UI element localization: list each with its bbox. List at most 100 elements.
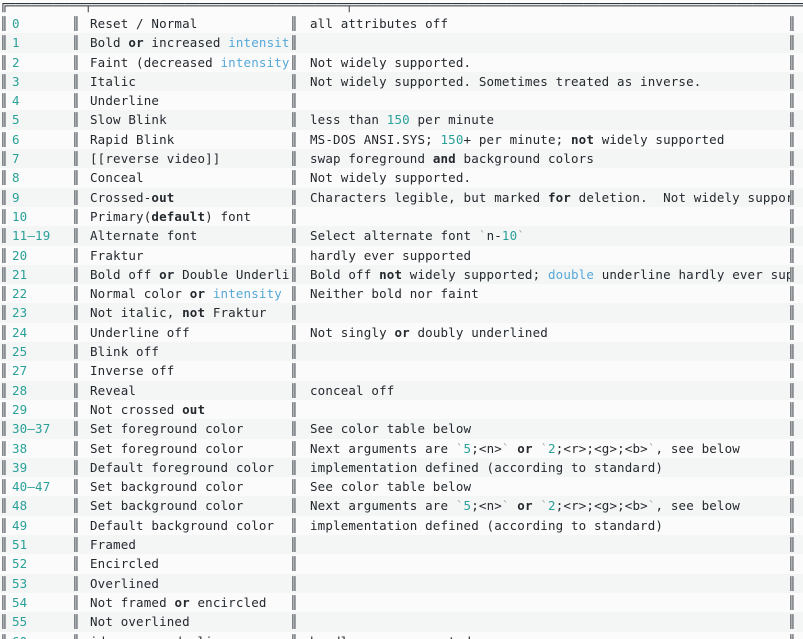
table-row[interactable]: ║ 24 ║ Underline off ║ Not singly or doubly u… <box>0 322 803 343</box>
table-cell-code: 29 <box>12 400 92 419</box>
column-separator-3: ║ <box>788 93 796 109</box>
column-separator-2: ║ <box>290 575 298 591</box>
token-txt: Underline off <box>90 324 190 340</box>
column-separator-3: ║ <box>788 440 796 456</box>
token-txt: conceal off <box>310 382 395 398</box>
table-row[interactable]: ║21║Bold off or Double Underline║Bold of… <box>0 264 803 285</box>
table-cell-note <box>310 400 790 419</box>
column-separator-1: ║ <box>72 575 80 591</box>
table-cell-code: 54 <box>12 593 92 612</box>
table-row[interactable]: ║ 0 ║ Reset / Normal ║ all attributes off ║ <box>0 14 803 34</box>
column-separator-1: ║ <box>72 382 80 398</box>
table-row[interactable]: ║ 3 ║ Italic ║ Not widely supported. Sometime… <box>0 71 803 92</box>
table-row[interactable]: ║ 7 ║ [[reverse video]] ║ swap foreground and… <box>0 149 803 169</box>
table-row[interactable]: ║ 39 ║ Default foreground color ║ implementat… <box>0 457 803 478</box>
token-txt: Bold <box>90 35 129 51</box>
table-row[interactable]: ║ 53 ║ Overlined ║ ║ <box>0 573 803 593</box>
table-cell-effect: Faint (decreased intensity) <box>90 53 290 72</box>
table-cell-note: implementation defined (according to sta… <box>310 516 790 535</box>
table-row[interactable]: ║ 60 ║ ideogram underline ║ hardly ever suppo… <box>0 631 803 639</box>
column-separator-0: ║ <box>0 575 8 591</box>
table-row[interactable]: ║ 20 ║ Fraktur ║ hardly ever supported ║ <box>0 245 803 265</box>
column-separator-2: ║ <box>290 344 298 360</box>
table-row[interactable]: ║ 4 ║ Underline ║ ║ <box>0 91 803 111</box>
table-row[interactable]: ║ 6 ║ Rapid Blink ║ MS-DOS ANSI.SYS; 150+ per… <box>0 129 803 150</box>
token-kw: not <box>379 266 403 282</box>
column-separator-1: ║ <box>72 517 80 533</box>
token-tick: ` <box>455 440 464 456</box>
token-num: 0 <box>12 16 20 31</box>
table-row[interactable]: ║ 40–47 ║ Set background color ║ See color ta… <box>0 477 803 497</box>
column-separator-0: ║ <box>0 324 8 340</box>
table-row[interactable]: ║ 25 ║ Blink off ║ ║ <box>0 342 803 362</box>
token-txt: all attributes off <box>310 16 449 31</box>
column-separator-0: ║ <box>0 498 8 514</box>
token-txt: , see below <box>655 440 740 456</box>
table-row[interactable]: ║ 55 ║ Not overlined ║ ║ <box>0 612 803 632</box>
token-txt: implementation defined (according to sta… <box>310 459 664 475</box>
table-row[interactable]: ║ 29 ║ Not crossed out ║ ║ <box>0 399 803 420</box>
token-txt: Not widely supported. Sometimes treated … <box>310 73 702 89</box>
column-separator-1: ║ <box>72 594 80 610</box>
table-cell-effect: Bold off or Double Underline <box>90 265 290 284</box>
table-cell-note: Not widely supported. <box>310 53 790 72</box>
column-separator-1: ║ <box>72 459 80 475</box>
token-num: 5 <box>12 112 20 128</box>
table-cell-code: 38 <box>12 439 92 458</box>
column-separator-0: ║ <box>0 537 8 553</box>
table-row[interactable]: ║1║Bold or increased intensity║║ <box>0 33 803 53</box>
table-row[interactable]: ║ 8 ║ Conceal ║ Not widely supported. ║ <box>0 168 803 188</box>
table-row[interactable]: ║ 23 ║ Not italic, not Fraktur ║ ║ <box>0 303 803 323</box>
table-cell-code: 24 <box>12 323 92 342</box>
table-row[interactable]: ║ 28 ║ Reveal ║ conceal off ║ <box>0 380 803 400</box>
column-separator-2: ║ <box>290 131 298 147</box>
token-txt: widely supported; <box>402 266 548 282</box>
token-tick: ` <box>501 440 510 456</box>
column-separator-3: ║ <box>788 594 796 610</box>
token-txt: Bold off <box>310 266 380 282</box>
column-separator-3: ║ <box>788 35 796 51</box>
column-separator-0: ║ <box>0 131 8 147</box>
column-separator-2: ║ <box>290 517 298 533</box>
table-row[interactable]: ║ 10 ║ Primary(default) font ║ ║ <box>0 206 803 227</box>
token-num: 20 <box>12 247 28 263</box>
column-separator-3: ║ <box>788 537 796 553</box>
table-row[interactable]: ║ 48 ║ Set background color ║ Next arguments … <box>0 496 803 516</box>
table-row[interactable]: ║ 54 ║ Not framed or encircled ║ ║ <box>0 592 803 613</box>
token-txt: Encircled <box>90 556 160 572</box>
column-separator-2: ║ <box>290 112 298 128</box>
table-row[interactable]: ║ 51 ║ Framed ║ ║ <box>0 535 803 555</box>
token-txt: encircled <box>189 594 267 610</box>
table-cell-effect: ideogram underline <box>90 632 290 639</box>
column-separator-3: ║ <box>788 151 796 167</box>
table-cell-effect: Fraktur <box>90 246 290 265</box>
table-row[interactable]: ║ 49 ║ Default background color ║ implementat… <box>0 515 803 536</box>
table-cell-effect: Default background color <box>90 516 290 535</box>
table-row[interactable]: ║ 9 ║ Crossed-out ║ Characters legible, but m… <box>0 187 803 207</box>
table-cell-code: 11–19 <box>12 226 92 245</box>
table-row[interactable]: ║ 52 ║ Encircled ║ ║ <box>0 554 803 574</box>
table-row[interactable]: ║ 5 ║ Slow Blink ║ less than 150 per minute ║ <box>0 110 803 130</box>
table-row[interactable]: ║2║Faint (decreased intensity)║Not widel… <box>0 52 803 72</box>
column-separator-1: ║ <box>72 556 80 572</box>
table-row[interactable]: ║ 30–37 ║ Set foreground color ║ See color ta… <box>0 419 803 439</box>
code-table-view[interactable]: ╔══════════╤════════════════════════════… <box>0 0 803 639</box>
token-kw: not <box>182 305 206 321</box>
token-txt: Not singly <box>310 324 395 340</box>
table-cell-effect: [[reverse video]] <box>90 149 290 168</box>
table-cell-code: 51 <box>12 535 92 554</box>
column-separator-3: ║ <box>788 459 796 475</box>
token-txt: + per minute; <box>463 131 571 147</box>
column-separator-2: ║ <box>290 537 298 553</box>
table-cell-note <box>310 574 790 593</box>
table-row[interactable]: ║ 27 ║ Inverse off ║ ║ <box>0 361 803 381</box>
table-row[interactable]: ║ 11–19 ║ Alternate font ║ Select alternate f… <box>0 226 803 246</box>
token-txt: Primary( <box>90 208 152 224</box>
column-separator-0: ║ <box>0 170 8 186</box>
table-cell-code: 53 <box>12 574 92 593</box>
column-separator-3: ║ <box>788 73 796 89</box>
token-kw: or <box>517 440 533 456</box>
table-cell-effect: Not framed or encircled <box>90 593 290 612</box>
table-row[interactable]: ║ 38 ║ Set foreground color ║ Next arguments … <box>0 438 803 458</box>
table-row[interactable]: ║ 22 ║ Normal color or intensity ║ Neither bo… <box>0 284 803 304</box>
